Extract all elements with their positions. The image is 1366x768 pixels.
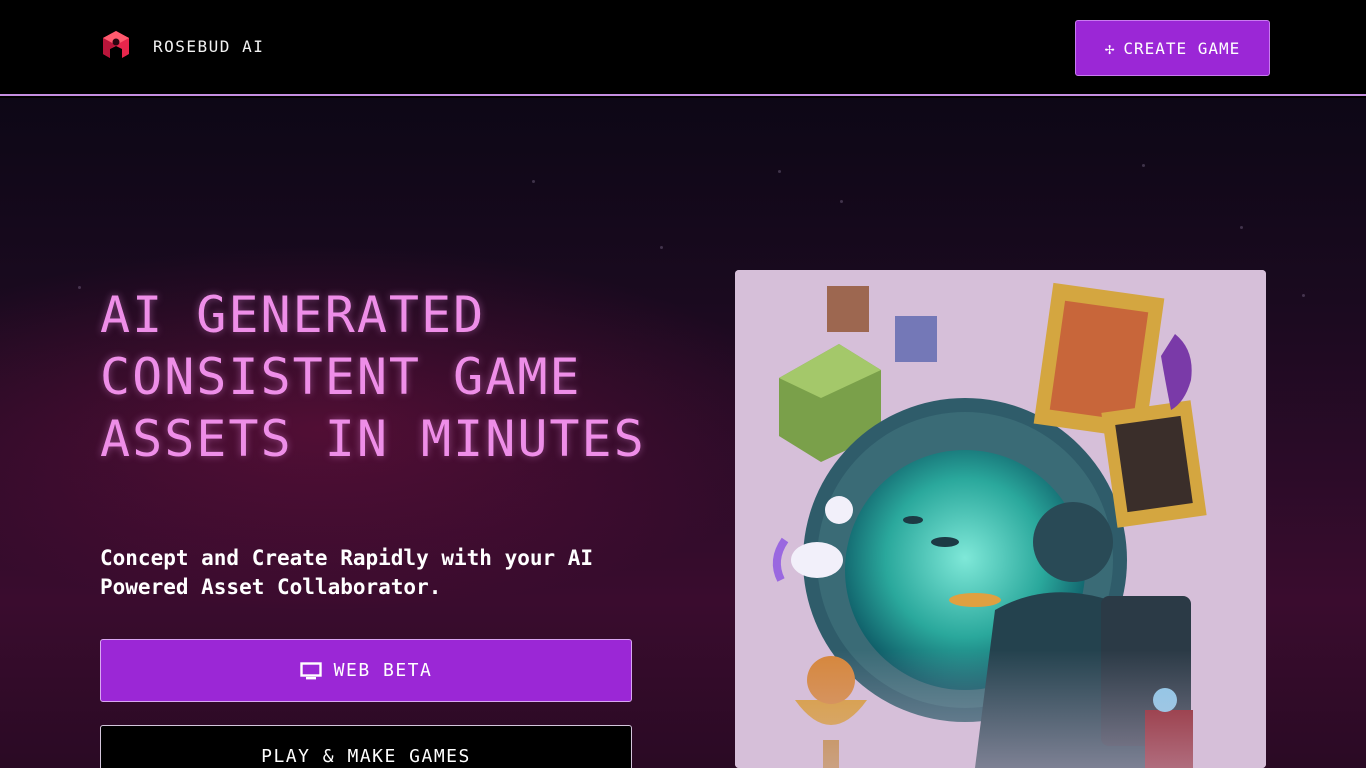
hero-illustration: [735, 270, 1266, 768]
brand[interactable]: ROSEBUD AI: [100, 30, 264, 62]
background-star: [778, 170, 781, 173]
web-beta-button[interactable]: WEB BETA: [100, 639, 632, 702]
create-game-button[interactable]: ✢ CREATE GAME: [1075, 20, 1270, 76]
create-game-label: CREATE GAME: [1123, 38, 1241, 58]
background-star: [840, 200, 843, 203]
hero-subheadline: Concept and Create Rapidly with your AI …: [100, 546, 594, 599]
hero-section: AI GENERATED CONSISTENT GAME ASSETS IN M…: [0, 98, 1366, 768]
background-star: [78, 286, 81, 289]
hero-headline: AI GENERATED CONSISTENT GAME ASSETS IN M…: [100, 286, 646, 468]
rosebud-logo-icon: [103, 31, 129, 58]
background-star: [660, 246, 663, 249]
top-navigation-bar: ROSEBUD AI ✢ CREATE GAME: [0, 0, 1366, 96]
background-star: [1302, 294, 1305, 297]
plus-icon: ✢: [1104, 38, 1116, 58]
game-assets-collage-image: [735, 270, 1266, 768]
play-make-games-button[interactable]: PLAY & MAKE GAMES: [100, 725, 632, 768]
monitor-icon: [299, 661, 322, 679]
background-star: [1142, 164, 1145, 167]
play-make-games-label: PLAY & MAKE GAMES: [261, 746, 471, 767]
background-star: [1240, 226, 1243, 229]
background-star: [532, 180, 535, 183]
web-beta-label: WEB BETA: [333, 660, 433, 681]
brand-name: ROSEBUD AI: [153, 36, 265, 56]
